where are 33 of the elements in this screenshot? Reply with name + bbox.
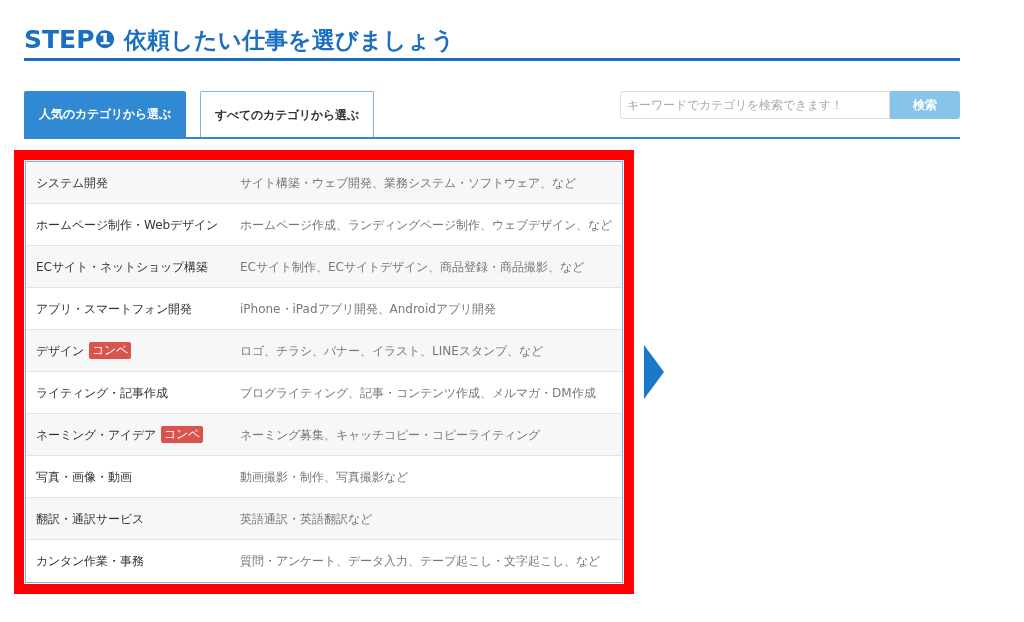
category-name: ネーミング・アイデア — [36, 426, 156, 444]
category-row[interactable]: デザイン コンペ ロゴ、チラシ、バナー、イラスト、LINEスタンプ、など — [26, 330, 622, 372]
category-name: デザイン — [36, 342, 84, 360]
next-arrow-icon — [644, 345, 664, 399]
category-name: ライティング・記事作成 — [36, 384, 168, 402]
category-name: システム開発 — [36, 174, 108, 192]
category-examples: ホームページ作成、ランディングページ制作、ウェブデザイン、など — [240, 216, 612, 234]
step-label: STEP❶ — [24, 27, 116, 52]
category-tab[interactable]: すべてのカテゴリから選ぶ — [200, 91, 374, 137]
search-field[interactable]: キーワードでカテゴリを検索できます！ — [620, 91, 890, 119]
category-examples: ロゴ、チラシ、バナー、イラスト、LINEスタンプ、など — [240, 342, 543, 360]
contest-tag: コンペ — [89, 342, 131, 359]
category-examples: 質問・アンケート、データ入力、テープ起こし・文字起こし、など — [240, 553, 600, 570]
category-examples: ネーミング募集、キャッチコピー・コピーライティング — [240, 426, 540, 444]
category-row[interactable]: ネーミング・アイデア コンペ ネーミング募集、キャッチコピー・コピーライティング — [26, 414, 622, 456]
category-name: カンタン作業・事務 — [36, 553, 144, 570]
category-name: 写真・画像・動画 — [36, 468, 132, 486]
category-examples: 動画撮影・制作、写真撮影など — [240, 468, 408, 486]
category-row[interactable]: 翻訳・通訳サービス 英語通訳・英語翻訳など — [26, 498, 622, 540]
contest-tag: コンペ — [161, 426, 203, 443]
category-examples: iPhone・iPadアプリ開発、Androidアプリ開発 — [240, 300, 496, 318]
category-examples: サイト構築・ウェブ開発、業務システム・ソフトウェア、など — [240, 174, 576, 192]
category-row[interactable]: ECサイト・ネットショップ構築 ECサイト制作、ECサイトデザイン、商品登録・商品撮影、など — [26, 246, 622, 288]
category-examples: ブログライティング、記事・コンテンツ作成、メルマガ・DM作成 — [240, 384, 596, 402]
page-title: 依頼したい仕事を選びましょう — [123, 29, 455, 52]
category-tab[interactable]: 人気のカテゴリから選ぶ — [24, 91, 186, 137]
category-name: 翻訳・通訳サービス — [36, 510, 144, 528]
category-examples: ECサイト制作、ECサイトデザイン、商品登録・商品撮影、など — [240, 258, 584, 276]
category-examples: 英語通訳・英語翻訳など — [240, 510, 372, 528]
category-name: ECサイト・ネットショップ構築 — [36, 258, 208, 276]
category-name: ホームページ制作・Webデザイン — [36, 216, 219, 234]
category-name: アプリ・スマートフォン開発 — [36, 300, 192, 318]
category-row[interactable]: システム開発 サイト構築・ウェブ開発、業務システム・ソフトウェア、など — [26, 162, 622, 204]
